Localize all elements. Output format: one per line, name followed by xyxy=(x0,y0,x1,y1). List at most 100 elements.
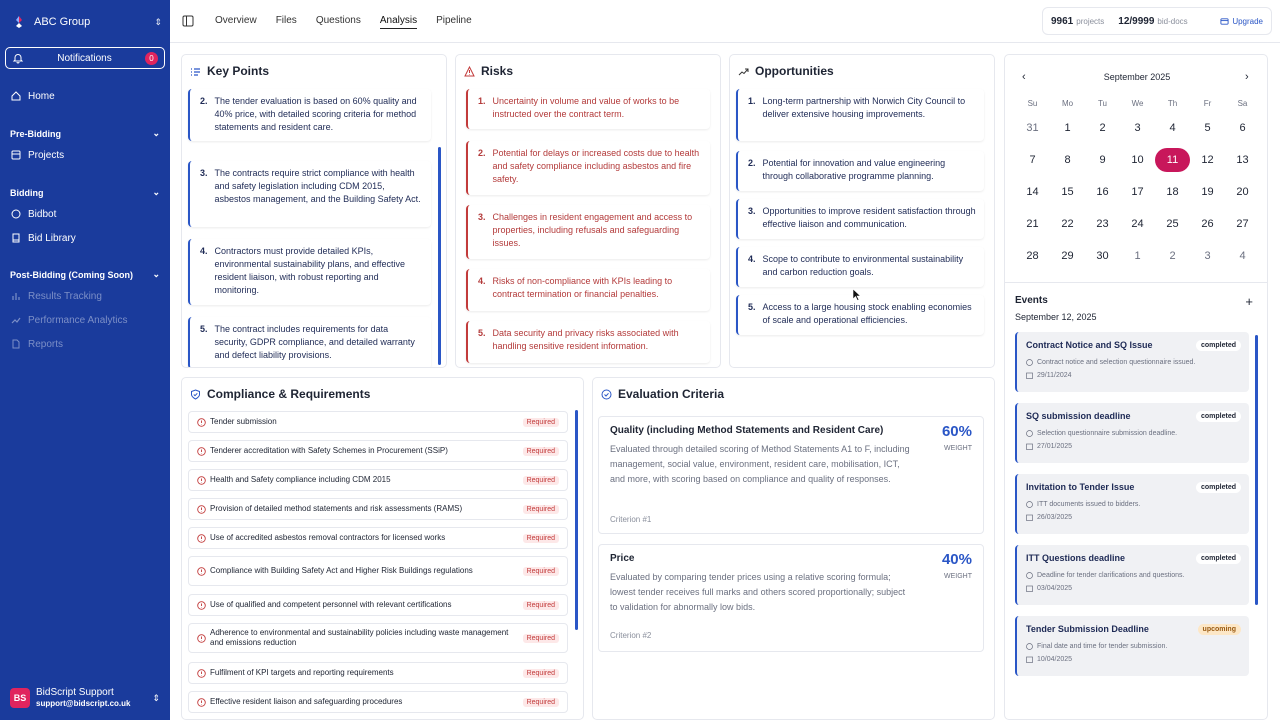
card-icon xyxy=(1220,17,1229,25)
tab-questions[interactable]: Questions xyxy=(316,15,361,29)
calendar-day[interactable]: 25 xyxy=(1155,212,1190,236)
calendar-day[interactable]: 8 xyxy=(1050,148,1085,172)
calendar-day[interactable]: 13 xyxy=(1225,148,1260,172)
event-card[interactable]: Invitation to Tender Issue completed ITT d… xyxy=(1015,474,1249,534)
calendar-day[interactable]: 14 xyxy=(1015,180,1050,204)
criterion-card: Quality (including Method Statements and… xyxy=(598,416,984,534)
calendar-day[interactable]: 2 xyxy=(1155,244,1190,268)
item-text: Data security and privacy risks associat… xyxy=(492,328,679,351)
calendar-day[interactable]: 3 xyxy=(1120,116,1155,140)
calendar-day[interactable]: 4 xyxy=(1155,116,1190,140)
sidebar-item-bid-library[interactable]: Bid Library xyxy=(10,230,76,246)
user-menu[interactable]: BS BidScript Support support@bidscript.c… xyxy=(10,687,160,709)
calendar-day[interactable]: 17 xyxy=(1120,180,1155,204)
calendar-day[interactable]: 2 xyxy=(1085,116,1120,140)
alert-circle-icon xyxy=(197,417,206,427)
sidebar-toggle-icon[interactable] xyxy=(182,15,194,27)
sidebar-item-projects[interactable]: Projects xyxy=(10,147,64,163)
scrollbar[interactable] xyxy=(1255,335,1258,605)
add-event-button[interactable]: + xyxy=(1245,294,1253,309)
item-text: The contract includes requirements for d… xyxy=(214,324,415,360)
sidebar-item-performance-analytics[interactable]: Performance Analytics xyxy=(10,312,128,328)
calendar-day[interactable]: 20 xyxy=(1225,180,1260,204)
list-item: 4. Contractors must provide detailed KPIs… xyxy=(188,239,431,305)
org-switcher[interactable]: ABC Group ⇕ xyxy=(12,12,162,32)
calendar-day[interactable]: 28 xyxy=(1015,244,1050,268)
sidebar-item-reports[interactable]: Reports xyxy=(10,336,63,352)
item-number: 5. xyxy=(748,302,756,312)
item-number: 2. xyxy=(478,148,486,158)
calendar-day[interactable]: 1 xyxy=(1050,116,1085,140)
opportunities-card: Opportunities 1. Long-term partnership wi… xyxy=(729,54,995,368)
compliance-item: Adherence to environmental and sustainab… xyxy=(188,623,568,653)
scrollbar[interactable] xyxy=(575,410,578,630)
section-post-bidding[interactable]: Post-Bidding (Coming Soon) ⌄ xyxy=(10,269,160,280)
item-text: The contracts require strict compliance … xyxy=(214,168,421,204)
sidebar-item-bidbot[interactable]: Bidbot xyxy=(10,206,56,222)
tab-files[interactable]: Files xyxy=(276,15,297,29)
calendar-day[interactable]: 15 xyxy=(1050,180,1085,204)
events-date: September 12, 2025 xyxy=(1015,312,1097,322)
calendar-day[interactable]: 19 xyxy=(1190,180,1225,204)
chevron-right-icon[interactable]: › xyxy=(1245,71,1249,83)
required-badge: Required xyxy=(522,633,559,643)
logo-icon xyxy=(16,16,22,28)
event-date: 03/04/2025 xyxy=(1026,585,1241,592)
check-circle-icon xyxy=(601,389,612,399)
calendar-day[interactable]: 3 xyxy=(1190,244,1225,268)
section-pre-bidding[interactable]: Pre-Bidding ⌄ xyxy=(10,128,160,139)
event-description: Deadline for tender clarifications and q… xyxy=(1026,572,1241,579)
calendar-day[interactable]: 12 xyxy=(1190,148,1225,172)
calendar-day[interactable]: 22 xyxy=(1050,212,1085,236)
calendar-day[interactable]: 18 xyxy=(1155,180,1190,204)
notifications-button[interactable]: Notifications 0 xyxy=(5,47,165,69)
event-card[interactable]: Contract Notice and SQ Issue completed Con… xyxy=(1015,332,1249,392)
calendar-day[interactable]: 24 xyxy=(1120,212,1155,236)
calendar-day[interactable]: 4 xyxy=(1225,244,1260,268)
calendar-day[interactable]: 21 xyxy=(1015,212,1050,236)
compliance-item: Compliance with Building Safety Act and … xyxy=(188,556,568,586)
evaluation-header: Evaluation Criteria xyxy=(601,387,724,401)
criterion-card: Price 40% WEIGHT Evaluated by comparing … xyxy=(598,544,984,652)
calendar-day[interactable]: 29 xyxy=(1050,244,1085,268)
calendar-day[interactable]: 11 xyxy=(1155,148,1190,172)
event-card[interactable]: ITT Questions deadline completed Deadline … xyxy=(1015,545,1249,605)
calendar-day[interactable]: 7 xyxy=(1015,148,1050,172)
sidebar-item-label: Bid Library xyxy=(28,232,76,244)
calendar-day[interactable]: 10 xyxy=(1120,148,1155,172)
tab-analysis[interactable]: Analysis xyxy=(379,15,418,29)
calendar-day[interactable]: 31 xyxy=(1015,116,1050,140)
compliance-item: Fulfilment of KPI targets and reporting … xyxy=(188,662,568,684)
calendar-day[interactable]: 5 xyxy=(1190,116,1225,140)
event-card[interactable]: SQ submission deadline completed Selection… xyxy=(1015,403,1249,463)
calendar-day[interactable]: 23 xyxy=(1085,212,1120,236)
upgrade-button[interactable]: Upgrade xyxy=(1220,17,1263,26)
calendar-day[interactable]: 27 xyxy=(1225,212,1260,236)
compliance-text: Compliance with Building Safety Act and … xyxy=(210,566,473,575)
sidebar-item-results-tracking[interactable]: Results Tracking xyxy=(10,288,102,304)
list-item: 2. Potential for delays or increased cost… xyxy=(466,141,710,195)
calendar-day[interactable]: 1 xyxy=(1120,244,1155,268)
tab-pipeline[interactable]: Pipeline xyxy=(436,15,472,29)
criterion-weight: 40% xyxy=(941,551,972,568)
calendar-panel: ‹ September 2025 › Su Mo Tu We Th Fr Sa 31 1 2 3 4 5… xyxy=(1004,54,1268,720)
item-number: 5. xyxy=(478,328,486,338)
event-card[interactable]: Tender Submission Deadline upcoming Final … xyxy=(1015,616,1249,676)
event-date-text: 29/11/2024 xyxy=(1037,372,1072,379)
sidebar-item-label: Projects xyxy=(28,149,65,161)
scrollbar[interactable] xyxy=(438,147,441,365)
sidebar-item-home[interactable]: Home xyxy=(10,88,55,104)
compliance-item: Tenderer accreditation with Safety Schem… xyxy=(188,440,568,462)
section-bidding[interactable]: Bidding ⌄ xyxy=(10,187,160,198)
event-description-text: Selection questionnaire submission deadl… xyxy=(1037,430,1178,437)
calendar-day[interactable]: 9 xyxy=(1085,148,1120,172)
tab-overview[interactable]: Overview xyxy=(215,15,257,29)
calendar-day[interactable]: 30 xyxy=(1085,244,1120,268)
calendar-day[interactable]: 6 xyxy=(1225,116,1260,140)
calendar-day[interactable]: 16 xyxy=(1085,180,1120,204)
compliance-item: Effective resident liaison and safeguard… xyxy=(188,691,568,713)
tab-bar: Overview Files Questions Analysis Pipeli… xyxy=(215,15,491,29)
calendar-day[interactable]: 26 xyxy=(1190,212,1225,236)
projects-unit: projects xyxy=(1076,16,1105,26)
opportunities-header: Opportunities xyxy=(738,64,834,78)
